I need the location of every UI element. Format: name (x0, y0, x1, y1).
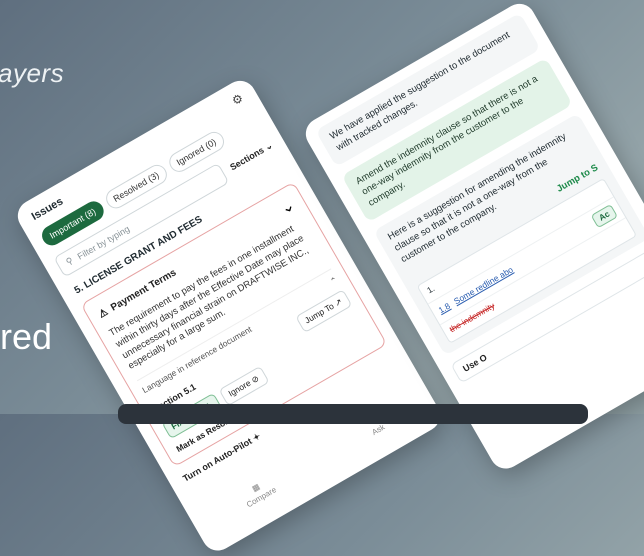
warning-icon: ⚠ (96, 306, 110, 321)
ignore-label: Ignore (226, 377, 253, 399)
redline-section-link[interactable]: 1.8 (437, 301, 453, 317)
background-subheading-fragment: red (0, 316, 53, 357)
chevron-down-icon[interactable]: ⌄ (277, 195, 299, 219)
nav-compare[interactable]: ▦ Compare (239, 476, 278, 509)
chevron-up-icon[interactable]: ⌃ (328, 275, 340, 288)
bottom-bar (118, 404, 588, 424)
sparkle-icon: ✦ (250, 431, 263, 444)
sections-label: Sections (228, 144, 266, 173)
search-icon: ⚲ (64, 255, 75, 268)
eye-off-icon: ⊘ (249, 373, 261, 386)
jump-to-label: Jump To (303, 301, 336, 326)
arrow-up-right-icon: ↗ (332, 296, 344, 309)
redline-row-number: 1. (425, 283, 437, 296)
background-heading-fragment: ayers (0, 58, 65, 88)
gear-icon[interactable]: ⚙ (229, 91, 245, 109)
chevron-down-icon: ⌄ (262, 139, 275, 153)
